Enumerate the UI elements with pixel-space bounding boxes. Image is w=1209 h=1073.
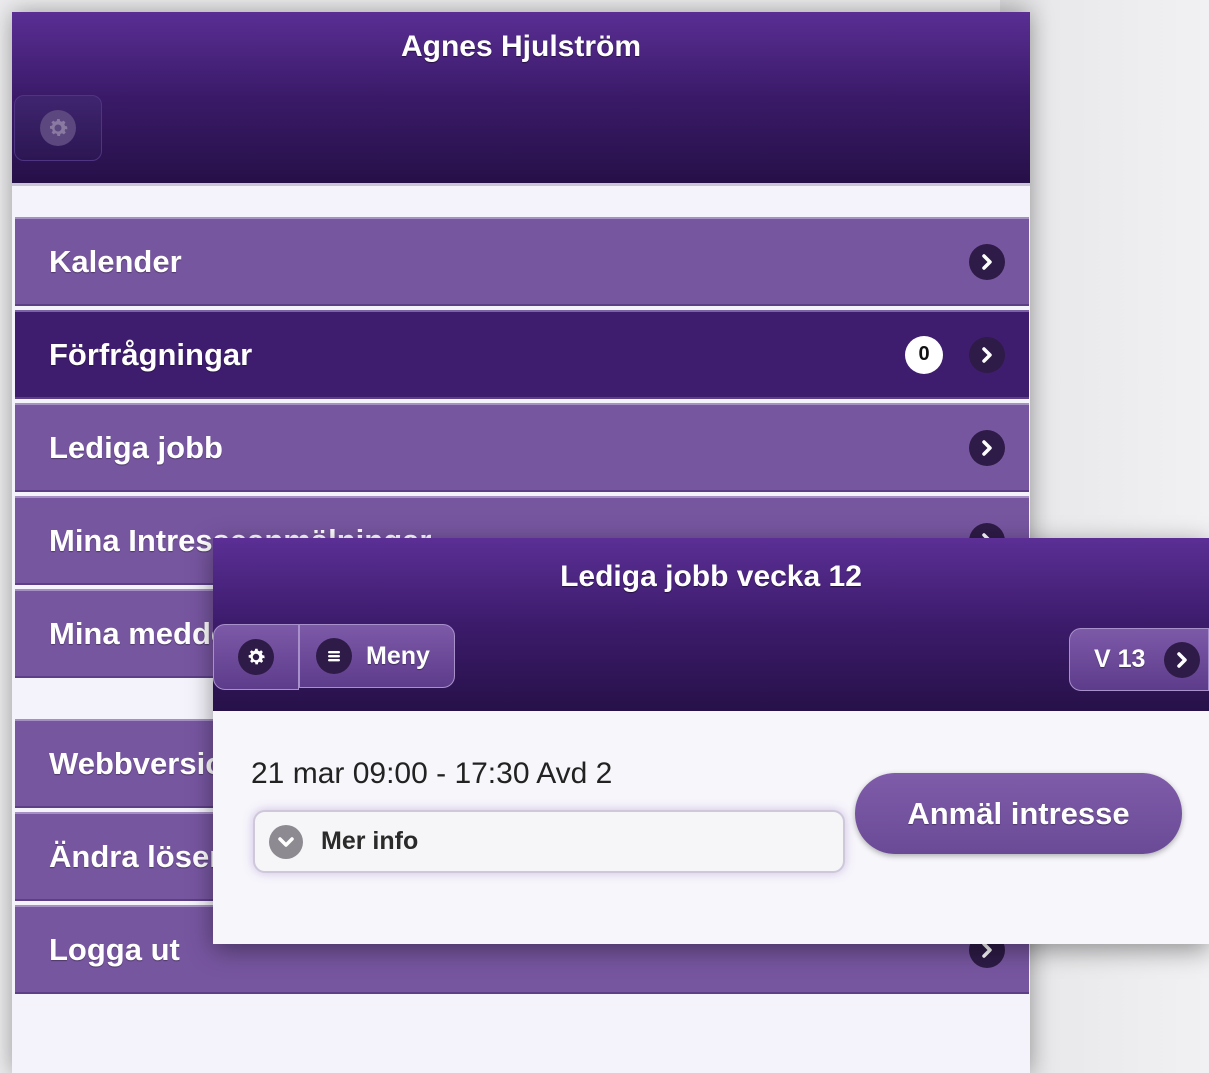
chevron-right-icon	[1164, 641, 1200, 678]
header-divider	[12, 183, 1030, 186]
chevron-right-icon	[969, 243, 1005, 280]
hamburger-icon	[316, 638, 352, 674]
menu-item-label: Lediga jobb	[49, 429, 223, 465]
menu-item-kalender[interactable]: Kalender	[15, 217, 1029, 306]
mer-info-label: Mer info	[321, 827, 419, 855]
meny-button[interactable]: Meny	[299, 624, 455, 688]
menu-item-lediga-jobb[interactable]: Lediga jobb	[15, 403, 1029, 492]
next-week-label: V 13	[1094, 645, 1146, 673]
settings-button[interactable]	[213, 624, 299, 690]
job-time-text: 21 mar 09:00 - 17:30 Avd 2	[251, 757, 613, 790]
chevron-down-icon	[269, 824, 303, 859]
menu-item-forfragningar[interactable]: Förfrågningar 0	[15, 310, 1029, 399]
menu-item-label: Logga ut	[49, 931, 180, 967]
anmal-intresse-button[interactable]: Anmäl intresse	[855, 773, 1182, 854]
meny-label: Meny	[366, 641, 430, 670]
mer-info-toggle[interactable]: Mer info	[253, 810, 845, 873]
count-badge: 0	[905, 335, 943, 374]
gear-icon	[238, 639, 274, 675]
app-header: Agnes Hjulström	[12, 12, 1030, 183]
app-title: Agnes Hjulström	[400, 30, 642, 63]
menu-item-label: Kalender	[49, 243, 182, 279]
chevron-right-icon	[969, 429, 1005, 466]
panel-header: Lediga jobb vecka 12 Meny V 13	[213, 538, 1209, 711]
panel-title: Lediga jobb vecka 12	[560, 560, 862, 593]
settings-button[interactable]	[14, 95, 102, 161]
gear-icon	[40, 110, 76, 146]
lediga-jobb-panel: Lediga jobb vecka 12 Meny V 13 21 mar 09…	[213, 538, 1209, 944]
next-week-button[interactable]: V 13	[1069, 628, 1209, 691]
chevron-right-icon	[969, 336, 1005, 373]
menu-item-label: Förfrågningar	[49, 336, 253, 372]
